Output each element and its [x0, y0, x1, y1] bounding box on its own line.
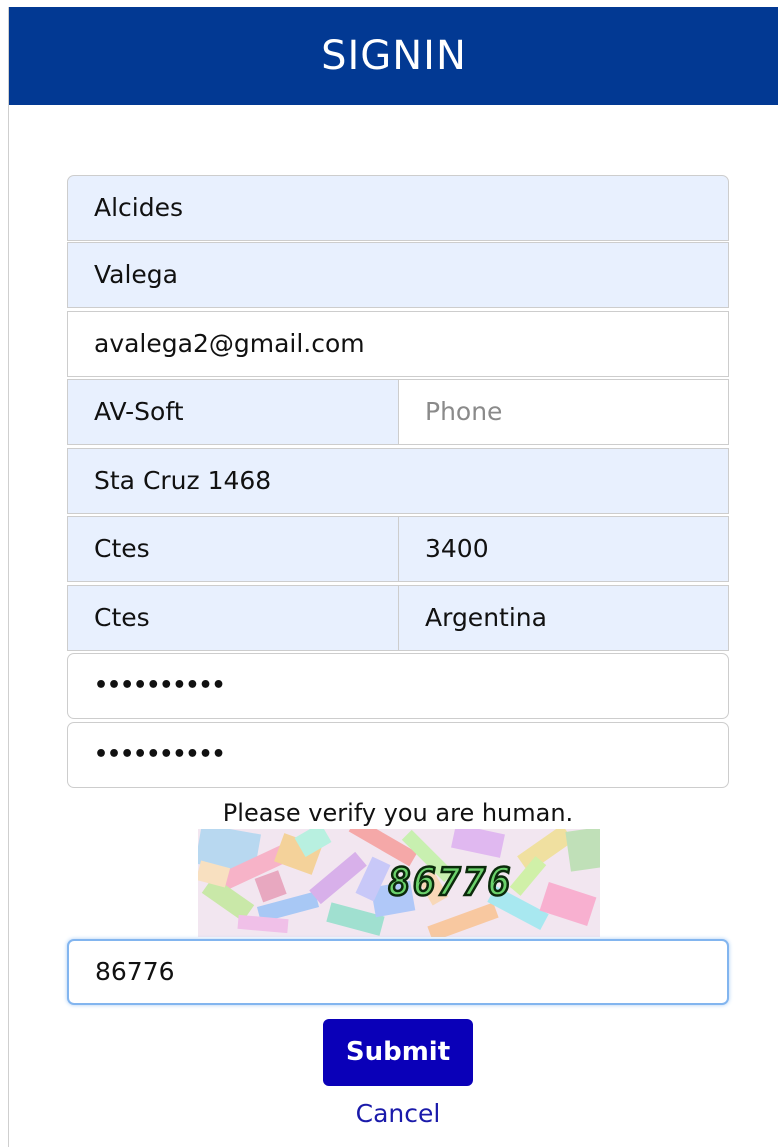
- signin-page: SIGNIN Alcides Valega avalega2@gmail.com…: [8, 7, 778, 1147]
- page-title: SIGNIN: [9, 7, 778, 105]
- cancel-link-text[interactable]: Cancel: [356, 1099, 441, 1128]
- last-name-field[interactable]: Valega: [67, 242, 729, 308]
- first-name-field[interactable]: Alcides: [67, 175, 729, 241]
- email-field[interactable]: avalega2@gmail.com: [67, 311, 729, 377]
- address-field[interactable]: Sta Cruz 1468: [67, 448, 729, 514]
- password-field[interactable]: ••••••••••: [67, 653, 729, 719]
- confirm-password-field[interactable]: ••••••••••: [67, 722, 729, 788]
- company-field[interactable]: AV-Soft: [67, 379, 399, 445]
- state-field[interactable]: Ctes: [67, 585, 399, 651]
- captcha-image: 86776: [198, 829, 600, 937]
- captcha-input[interactable]: 86776: [67, 939, 729, 1005]
- country-field[interactable]: Argentina: [398, 585, 729, 651]
- submit-button[interactable]: Submit: [323, 1019, 473, 1086]
- phone-field[interactable]: Phone: [398, 379, 729, 445]
- zip-field[interactable]: 3400: [398, 516, 729, 582]
- captcha-prompt: Please verify you are human.: [222, 799, 574, 827]
- city-field[interactable]: Ctes: [67, 516, 399, 582]
- svg-text:86776: 86776: [388, 860, 512, 904]
- cancel-link: Cancel: [67, 1099, 729, 1128]
